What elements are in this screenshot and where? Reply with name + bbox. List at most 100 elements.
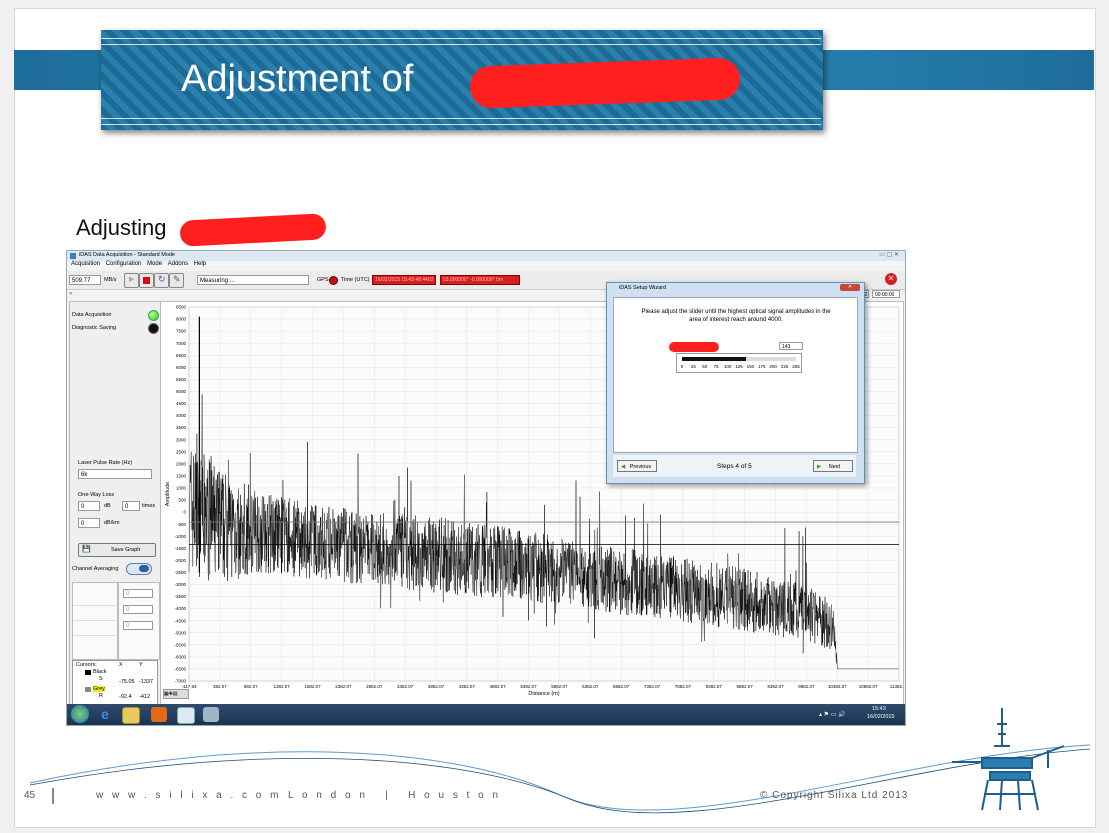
y-tick-label: 6500 (176, 353, 187, 358)
x-tick-label: 3382.07 (397, 684, 414, 689)
rate-field[interactable]: 509.77 (69, 275, 101, 285)
save-graph-button[interactable]: 💾 Save Graph (78, 543, 156, 557)
y-tick-label: -500 (177, 522, 187, 527)
y-tick-label: 4500 (176, 401, 187, 406)
slider-track (682, 357, 796, 361)
y-tick-label: -5500 (174, 642, 186, 647)
slider-tick-label: 0 (680, 364, 684, 369)
y-tick-label: 3500 (176, 425, 187, 430)
avg-field-2[interactable]: 0 (123, 605, 153, 614)
cursor1-y: -1337 (139, 679, 154, 685)
tray-icons[interactable]: ▴ ⚑ ▭ 🔊 (819, 711, 846, 718)
wizard-steps: Steps 4 of 5 (717, 463, 752, 470)
loss-unit-3: dB/km (104, 520, 120, 526)
x-tick-label: 2382.07 (335, 684, 352, 689)
graph-tools-icon[interactable]: ▦✥▤ (163, 689, 189, 699)
refresh-button[interactable]: ↻ (154, 273, 169, 288)
cursor-y-header: Y (139, 662, 143, 668)
setup-wizard-dialog: iDAS Setup Wizard ✕ Please adjust the sl… (606, 282, 865, 484)
slider-tick-label: 255 (792, 364, 800, 369)
loss-unit-2: times (142, 503, 156, 509)
app-logo-icon (70, 253, 76, 259)
menu-bar: Acquisition Configuration Mode Addons He… (67, 261, 905, 270)
footer-swoosh (29, 744, 1091, 814)
arrow-right-icon: ▶ (817, 464, 822, 470)
y-tick-label: 6000 (176, 365, 187, 370)
x-tick-label: 882.07 (244, 684, 258, 689)
wizard-title: iDAS Setup Wizard (619, 285, 667, 291)
slider-tick-label: 175 (758, 364, 766, 369)
cursor1-x: -75.05 (119, 679, 135, 685)
averaging-list (72, 582, 118, 660)
slider-fill (682, 357, 746, 361)
expand-icon[interactable]: » (69, 291, 72, 297)
x-tick-label: 9882.07 (798, 684, 815, 689)
x-tick-label: 3882.07 (428, 684, 445, 689)
x-tick-label: 6382.07 (582, 684, 599, 689)
app-screenshot: iDAS Data Acquisition - Standard Mode ▭ … (66, 250, 906, 726)
data-acquisition-label: Data Acquisition (72, 312, 112, 318)
previous-label: Previous (629, 464, 652, 470)
averaging-values: 0 0 0 (118, 582, 160, 660)
stop-button[interactable] (139, 273, 154, 288)
loss-field-3[interactable]: 0 (78, 518, 100, 528)
ie-icon[interactable]: e (97, 707, 113, 722)
page-number: 45 (24, 790, 36, 801)
menu-acquisition[interactable]: Acquisition (71, 261, 100, 267)
y-tick-label: -1500 (174, 546, 186, 551)
copyright: © Copyright Silixa Ltd 2013 (760, 790, 909, 801)
x-tick-label: 1382.07 (273, 684, 290, 689)
menu-addons[interactable]: Addons (168, 261, 188, 267)
slider-ticks: 0 25 50 75 100 125 150 175 200 225 255 (680, 364, 800, 372)
y-tick-label: 8000 (176, 317, 187, 322)
cursor2-x: -92.4 (119, 694, 132, 700)
tool-icon[interactable] (203, 707, 219, 722)
avg-field-1[interactable]: 0 (123, 589, 153, 598)
cursors-panel: Cursors: X Y Black S -75.05 -1337 Grey R… (72, 660, 158, 706)
y-tick-label: 8500 (176, 305, 187, 310)
y-tick-label: -6000 (174, 654, 186, 659)
save-graph-label: Save Graph (111, 547, 141, 553)
window-controls[interactable]: ▭ ▢ ✕ (879, 251, 899, 258)
y-tick-label: 5500 (176, 377, 187, 382)
slider-tick-label: 100 (723, 364, 732, 369)
avg-field-3[interactable]: 0 (123, 621, 153, 630)
cursor1-tag: S (99, 676, 103, 682)
wizard-instruction: Please adjust the slider until the highe… (641, 309, 831, 323)
media-player-icon[interactable] (151, 707, 167, 722)
x-axis-label: Distance (m) (528, 691, 559, 697)
wizard-close-button[interactable]: ✕ (840, 284, 860, 291)
channel-averaging-label: Channel Averaging (72, 566, 119, 572)
previous-button[interactable]: ◀ Previous (617, 460, 657, 472)
slider-value-field[interactable]: 143 (779, 342, 803, 350)
y-tick-label: 2500 (176, 449, 187, 454)
y-tick-label: -6500 (174, 667, 186, 672)
gps-led (329, 276, 338, 285)
next-button[interactable]: ▶ Next (813, 460, 853, 472)
close-icon[interactable]: ✕ (885, 273, 897, 285)
tools-button[interactable]: ✎ (169, 273, 184, 288)
loss-field-1[interactable]: 0 (78, 501, 100, 511)
website: w w w . s i l i x a . c o m (96, 790, 282, 801)
y-tick-label: -2500 (174, 570, 186, 575)
idas-app-icon[interactable] (177, 707, 195, 724)
grey-swatch-icon (85, 687, 91, 692)
y-tick-label: -5000 (174, 630, 186, 635)
x-tick-label: 5882.07 (551, 684, 568, 689)
menu-configuration[interactable]: Configuration (106, 261, 142, 267)
channel-averaging-toggle[interactable] (126, 563, 152, 575)
x-tick-label: 11382.07 (890, 684, 903, 689)
oil-rig-logo-icon (952, 708, 1065, 811)
laser-rate-field[interactable]: 6k (78, 469, 152, 479)
x-tick-label: 8882.07 (737, 684, 754, 689)
rate-unit: MB/s (104, 277, 117, 283)
menu-mode[interactable]: Mode (147, 261, 162, 267)
start-button-icon[interactable] (71, 705, 89, 723)
diagnostic-saving-led[interactable] (148, 323, 159, 334)
loss-field-2[interactable]: 0 (122, 501, 140, 511)
menu-help[interactable]: Help (194, 261, 206, 267)
play-button[interactable]: ▶ (124, 273, 139, 288)
explorer-icon[interactable] (122, 707, 140, 724)
slider-control[interactable]: 0 25 50 75 100 125 150 175 200 225 255 (676, 353, 802, 373)
data-acquisition-led[interactable] (148, 310, 159, 321)
